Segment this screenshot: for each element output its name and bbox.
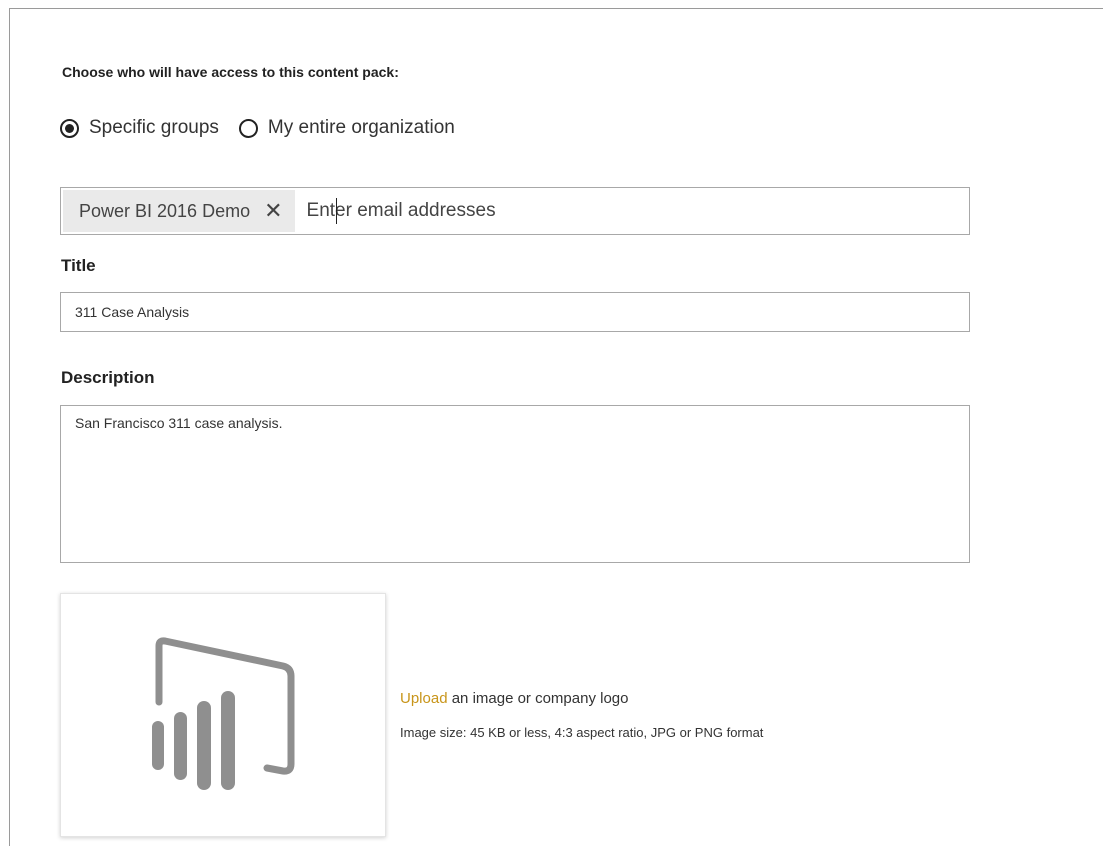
description-label: Description	[61, 368, 155, 387]
close-icon[interactable]: ✕	[264, 200, 282, 222]
access-radio-group: Specific groups My entire organization	[60, 117, 455, 139]
title-input[interactable]	[60, 292, 970, 332]
description-input[interactable]: San Francisco 311 case analysis.	[60, 405, 970, 563]
email-input[interactable]	[294, 188, 969, 234]
radio-specific-groups[interactable]: Specific groups	[60, 117, 219, 139]
upload-link[interactable]: Upload	[400, 690, 448, 707]
recipients-field[interactable]: Power BI 2016 Demo ✕	[60, 187, 970, 235]
image-placeholder-card[interactable]	[60, 593, 386, 837]
recipient-chip: Power BI 2016 Demo ✕	[63, 190, 295, 232]
recipient-chip-label: Power BI 2016 Demo	[79, 200, 251, 221]
radio-unchecked-icon[interactable]	[238, 118, 258, 138]
radio-checked-icon[interactable]	[60, 118, 79, 138]
radio-label: Specific groups	[89, 117, 219, 138]
text-caret	[336, 198, 337, 224]
radio-entire-organization[interactable]: My entire organization	[238, 117, 455, 139]
power-bi-logo-icon	[152, 637, 295, 790]
upload-prompt: Upload an image or company logo	[400, 690, 628, 707]
title-label: Title	[61, 256, 96, 275]
upload-text: an image or company logo	[447, 690, 629, 707]
radio-label: My entire organization	[267, 117, 455, 138]
image-size-note: Image size: 45 KB or less, 4:3 aspect ra…	[400, 725, 764, 740]
access-heading: Choose who will have access to this cont…	[62, 64, 399, 80]
